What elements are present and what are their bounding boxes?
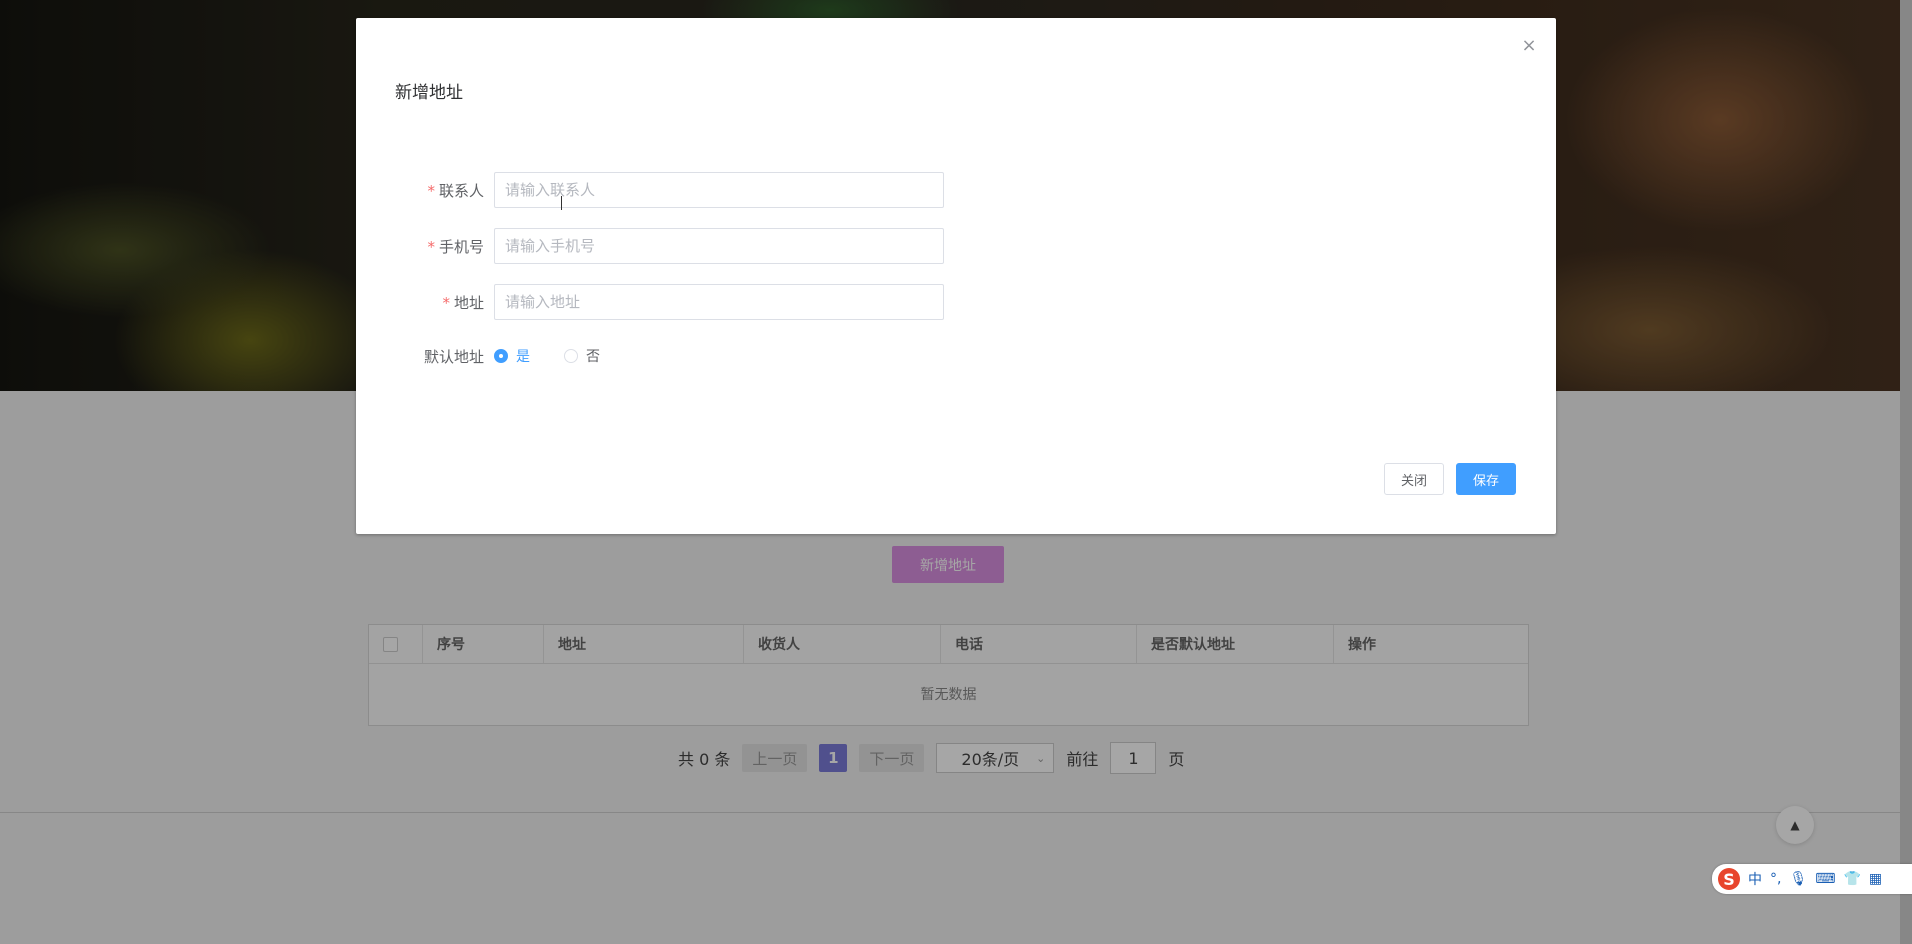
microphone-icon[interactable]: 🎙 — [1789, 871, 1807, 887]
required-mark: * — [427, 181, 435, 200]
radio-unchecked-icon — [564, 349, 578, 363]
ime-logo-icon[interactable]: S — [1718, 868, 1740, 890]
text-cursor-icon — [561, 196, 564, 210]
radio-checked-icon — [494, 349, 508, 363]
radio-yes-label: 是 — [516, 349, 530, 365]
ime-toolbar: S 中 °, 🎙 ⌨ 👕 ▦ — [1712, 864, 1912, 894]
required-mark: * — [427, 237, 435, 256]
form-row-address: * 地址 — [356, 284, 944, 320]
address-label-text: 地址 — [453, 293, 484, 312]
close-icon[interactable]: × — [1521, 37, 1537, 55]
ime-punct-toggle[interactable]: °, — [1770, 871, 1781, 887]
address-label: * 地址 — [356, 292, 494, 313]
phone-label-text: 手机号 — [438, 237, 484, 256]
add-address-dialog: 新增地址 × *联系人 *手机号 *地址 默认地址 是 否 关闭 保存 — [356, 18, 1556, 534]
form-row-default: 默认地址 是 否 — [356, 338, 634, 374]
dialog-title: 新增地址 — [395, 83, 463, 103]
radio-yes[interactable]: 是 — [494, 346, 530, 366]
contact-label: * 联系人 — [356, 180, 494, 201]
radio-no[interactable]: 否 — [564, 346, 600, 366]
default-radio-group: 是 否 — [494, 346, 634, 366]
save-button[interactable]: 保存 — [1456, 463, 1516, 495]
phone-input[interactable] — [494, 228, 944, 264]
required-mark: * — [442, 293, 450, 312]
keyboard-icon[interactable]: ⌨ — [1815, 871, 1835, 887]
phone-label: * 手机号 — [356, 236, 494, 257]
form-row-contact: * 联系人 — [356, 172, 944, 208]
form-row-phone: * 手机号 — [356, 228, 944, 264]
default-address-label: 默认地址 — [423, 347, 484, 366]
grid-icon[interactable]: ▦ — [1869, 871, 1882, 887]
skin-icon[interactable]: 👕 — [1843, 871, 1860, 887]
ime-mode-toggle[interactable]: 中 — [1748, 869, 1762, 889]
close-button[interactable]: 关闭 — [1384, 463, 1444, 495]
contact-label-text: 联系人 — [438, 181, 484, 200]
radio-no-label: 否 — [586, 349, 600, 365]
address-input[interactable] — [494, 284, 944, 320]
